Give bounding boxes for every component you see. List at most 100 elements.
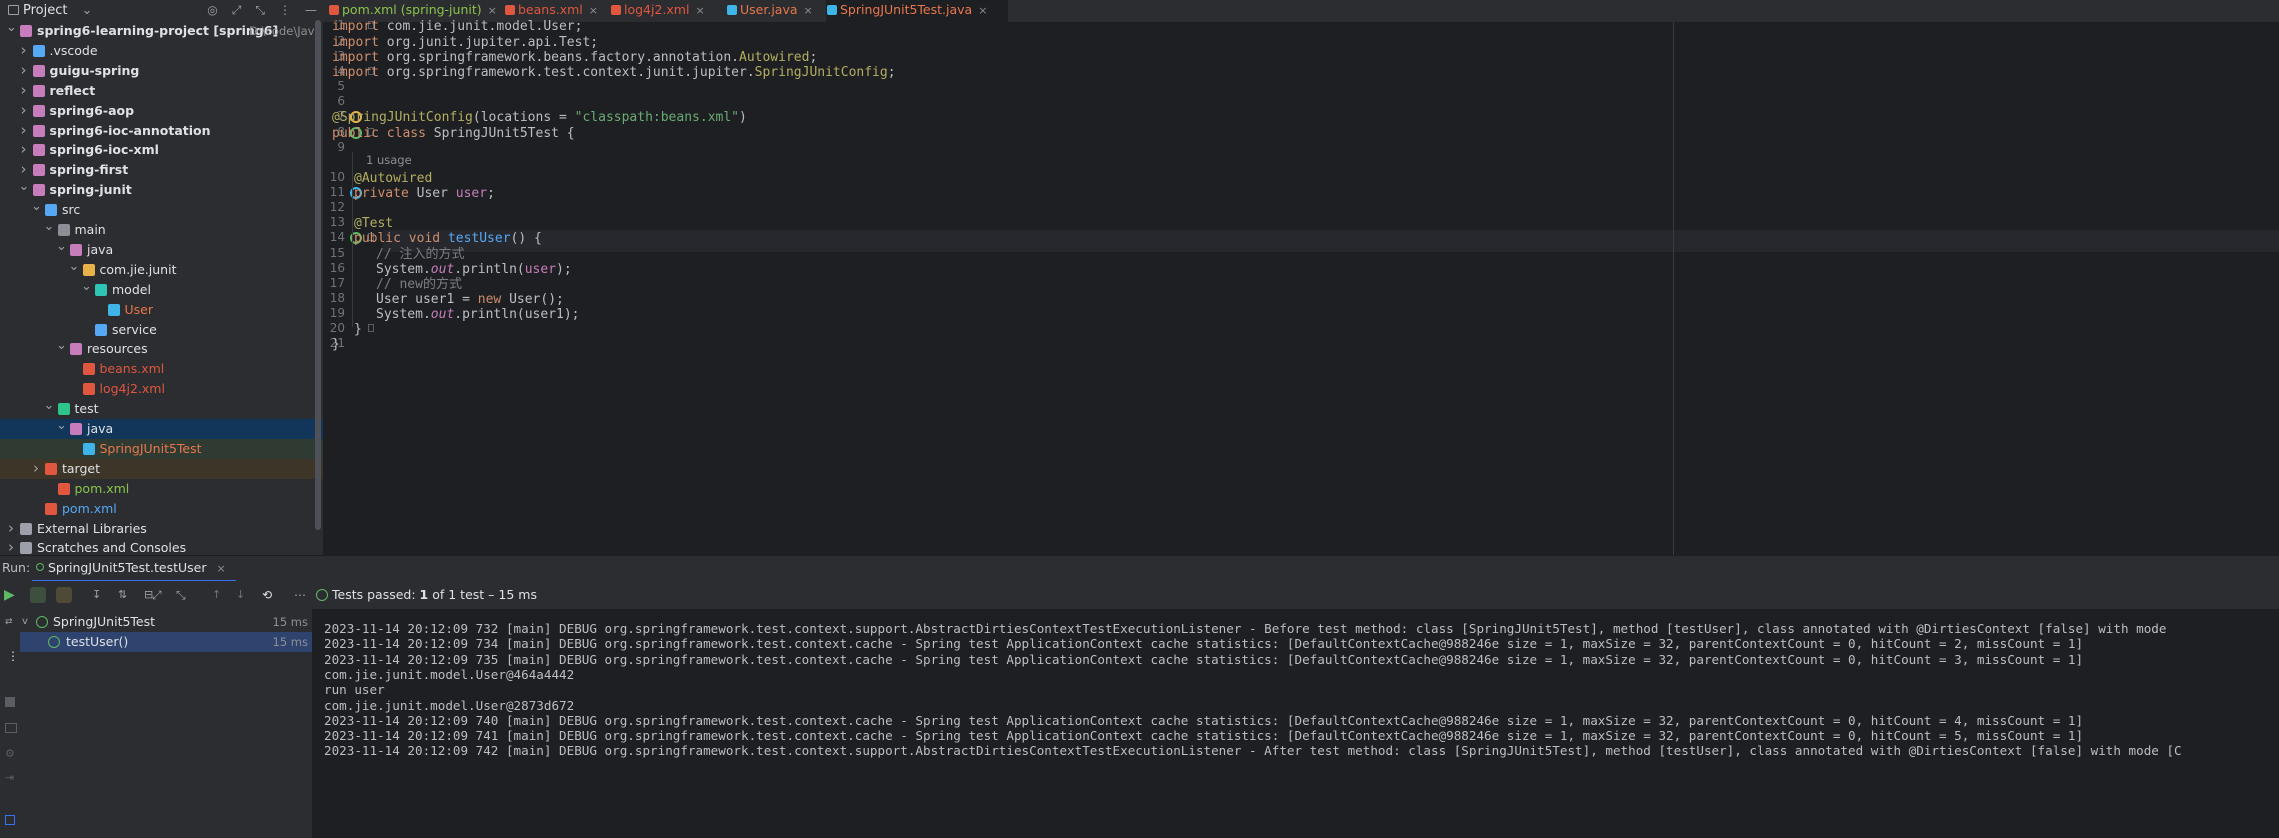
close-icon[interactable]: × — [589, 4, 598, 17]
rerun-icon[interactable]: ▶ — [4, 587, 20, 603]
tree-item[interactable]: ⌄ test — [0, 399, 323, 419]
run-tab[interactable]: SpringJUnit5Test.testUser × — [32, 556, 236, 582]
chevron-down-icon[interactable]: ⌄ — [56, 239, 67, 254]
run-label: Run: — [2, 560, 31, 575]
current-line-highlight — [383, 230, 2279, 252]
more-icon[interactable]: ⋮ — [7, 649, 19, 663]
chevron-down-icon[interactable]: ⌄ — [81, 279, 92, 294]
chevron-right-icon[interactable]: › — [19, 160, 29, 179]
chevron-down-icon[interactable]: ⌄ — [31, 200, 42, 214]
tree-item[interactable]: › .vscode — [0, 41, 323, 61]
tree-item-label: src — [62, 202, 81, 218]
chevron-right-icon[interactable]: › — [19, 61, 29, 80]
expand-all-icon[interactable]: ⤢ — [152, 587, 168, 603]
tree-item[interactable]: › spring6-ioc-annotation — [0, 121, 323, 141]
more-options-icon[interactable]: ⋯ — [294, 587, 310, 603]
close-icon[interactable]: × — [217, 562, 226, 575]
camera-icon[interactable] — [5, 723, 17, 733]
test-case-row[interactable]: testUser() 15 ms — [20, 632, 312, 652]
chevron-right-icon[interactable]: › — [19, 41, 29, 60]
chevron-right-icon[interactable]: › — [6, 519, 16, 538]
console-line: com.jie.junit.model.User@464a4442 — [324, 666, 575, 682]
status-suffix: of 1 test – 15 ms — [432, 587, 537, 602]
tree-item[interactable]: ⌄ spring6-learning-project [spring6] D:\co… — [0, 21, 323, 41]
locate-file-icon[interactable]: ◎ — [207, 0, 217, 20]
project-tree: ⌄ spring6-learning-project [spring6] D:\co… — [0, 20, 323, 555]
show-ignored-icon[interactable] — [56, 587, 72, 603]
tree-item[interactable]: beans.xml — [0, 359, 323, 379]
editor-tab-label: SpringJUnit5Test.java — [840, 2, 973, 17]
tree-item[interactable]: service — [0, 320, 323, 340]
exit-icon[interactable]: ⇥ — [5, 771, 14, 784]
usage-hint[interactable]: 1 usage — [366, 153, 412, 167]
chevron-right-icon[interactable]: › — [19, 121, 29, 140]
tree-item[interactable]: ⌄ java — [0, 419, 323, 439]
console-output[interactable]: 2023-11-14 20:12:09 732 [main] DEBUG org… — [312, 609, 2279, 838]
tree-item[interactable]: pom.xml — [0, 479, 323, 499]
tree-item[interactable]: › spring6-aop — [0, 101, 323, 121]
code-token: import — [332, 65, 387, 80]
close-icon[interactable]: × — [978, 4, 987, 17]
chevron-down-icon[interactable]: ⌄ — [56, 419, 67, 433]
expand-all-icon[interactable]: ⤢ — [232, 0, 242, 20]
previous-failed-icon[interactable]: ↑ — [212, 587, 228, 603]
tree-item[interactable]: › spring-first — [0, 160, 323, 180]
tree-scrollbar[interactable] — [315, 20, 321, 530]
chevron-down-icon[interactable]: ⌄ — [69, 259, 80, 274]
stop-icon[interactable] — [5, 697, 15, 707]
chevron-down-icon[interactable]: ⌄ — [44, 220, 55, 234]
options-icon[interactable]: ⋮ — [279, 0, 291, 20]
tree-item[interactable]: ⌄ com.jie.junit — [0, 259, 323, 280]
tree-item[interactable]: log4j2.xml — [0, 379, 323, 399]
tree-item[interactable]: › reflect — [0, 81, 323, 101]
test-results-tree: v SpringJUnit5Test 15 ms testUser() 15 m… — [20, 609, 312, 838]
tree-item[interactable]: › Scratches and Consoles — [0, 538, 323, 555]
pin-icon[interactable]: ⇄ — [5, 617, 14, 627]
code-token: User — [416, 186, 456, 201]
tree-item[interactable]: ⌄ model — [0, 279, 323, 300]
tree-item[interactable]: ⌄ java — [0, 239, 323, 260]
tree-item-label: Scratches and Consoles — [37, 540, 187, 555]
tree-item[interactable]: ⌄ resources — [0, 339, 323, 359]
chevron-right-icon[interactable]: › — [19, 140, 29, 159]
tree-item[interactable]: › guigu-spring — [0, 61, 323, 81]
editor-tab[interactable]: log4j2.xml × — [610, 0, 732, 22]
tree-item[interactable]: › target — [0, 458, 323, 479]
code-editor[interactable]: 1 2 3 4 5 6 7 8 9 10 11 12 13 14 15 16 17 18 19 20 21 import… — [323, 18, 2279, 555]
chevron-down-icon[interactable]: ⌄ — [6, 21, 17, 35]
chevron-right-icon[interactable]: › — [19, 101, 29, 120]
close-icon[interactable]: × — [804, 4, 813, 17]
chevron-down-icon[interactable]: ⌄ — [44, 399, 55, 413]
tree-item-label: spring6-learning-project [spring6] — [37, 23, 279, 38]
settings-icon[interactable]: ⚙ — [5, 747, 15, 760]
chevron-right-icon[interactable]: › — [31, 459, 41, 478]
collapse-all-icon[interactable]: ⤡ — [255, 0, 265, 20]
hide-icon[interactable]: — — [305, 0, 317, 20]
sort-duration-icon[interactable]: ⇅ — [118, 587, 134, 603]
chevron-down-icon[interactable]: ⌄ — [56, 339, 67, 353]
tree-item[interactable]: ⌄ spring-junit — [0, 180, 323, 200]
tree-item[interactable]: SpringJUnit5Test — [0, 438, 323, 459]
next-failed-icon[interactable]: ↓ — [236, 587, 252, 603]
tree-item[interactable]: › External Libraries — [0, 519, 323, 539]
tree-item[interactable]: ⌄ src — [0, 200, 323, 220]
tree-item[interactable]: › spring6-ioc-xml — [0, 140, 323, 160]
chevron-right-icon[interactable]: › — [6, 538, 16, 555]
chevron-down-icon[interactable]: ⌄ — [19, 180, 30, 194]
close-icon[interactable]: × — [695, 4, 704, 17]
editor-tab[interactable]: SpringJUnit5Test.java × — [826, 0, 1008, 24]
code-token: () — [510, 231, 535, 246]
editor-tab[interactable]: User.java × — [726, 0, 832, 22]
collapse-all-icon[interactable]: ⤡ — [176, 587, 192, 603]
show-passed-icon[interactable] — [30, 587, 46, 603]
sort-alpha-icon[interactable]: ↧ — [92, 587, 108, 603]
chevron-right-icon[interactable]: › — [19, 81, 29, 100]
tree-item[interactable]: pom.xml — [0, 499, 323, 519]
tree-item[interactable]: User — [0, 300, 323, 320]
project-view-selector[interactable]: Project ⌄ — [8, 3, 92, 18]
fold-marker-icon[interactable] — [368, 324, 374, 332]
history-icon[interactable]: ⟲ — [262, 587, 278, 603]
tree-item[interactable]: ⌄ main — [0, 220, 323, 240]
layout-icon[interactable] — [5, 815, 15, 825]
test-suite-row[interactable]: v SpringJUnit5Test 15 ms — [20, 612, 312, 632]
